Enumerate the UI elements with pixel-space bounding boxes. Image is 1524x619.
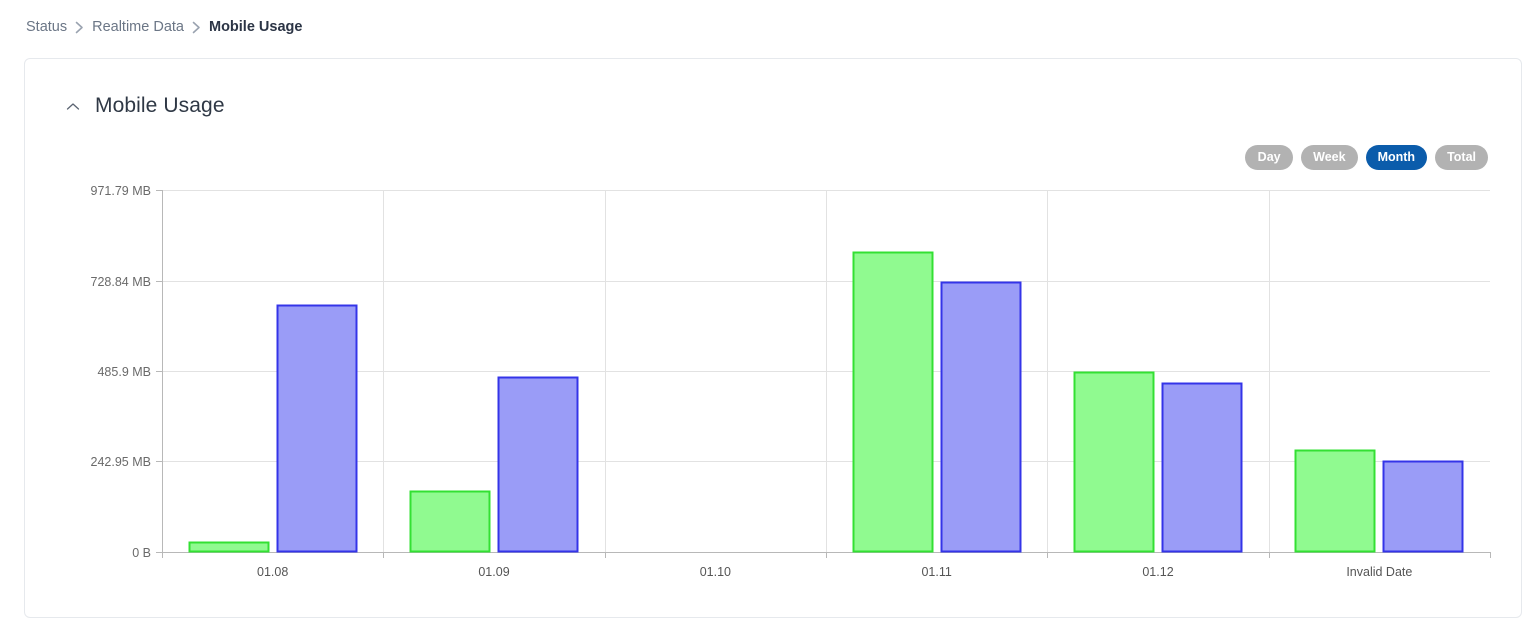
bar-download-01-09[interactable] bbox=[497, 376, 579, 553]
range-option-month[interactable]: Month bbox=[1365, 145, 1428, 170]
bar-download-invalid-date[interactable] bbox=[1382, 460, 1464, 553]
breadcrumb-item-mobile-usage: Mobile Usage bbox=[208, 19, 303, 35]
panel-header: Mobile Usage bbox=[65, 93, 225, 119]
page-title: Mobile Usage bbox=[95, 94, 225, 117]
bar-upload-01-09[interactable] bbox=[409, 490, 491, 553]
x-axis-tick-label: 01.11 bbox=[921, 565, 951, 579]
breadcrumb-item-status[interactable]: Status bbox=[26, 17, 67, 37]
bar-upload-01-11[interactable] bbox=[852, 251, 934, 553]
x-axis-tick-label: 01.08 bbox=[257, 565, 288, 579]
y-axis-tick-label: 242.95 MB bbox=[91, 455, 151, 469]
range-option-week[interactable]: Week bbox=[1301, 145, 1358, 170]
chevron-right-icon bbox=[192, 21, 201, 34]
chevron-up-icon[interactable] bbox=[65, 98, 81, 114]
bar-download-01-12[interactable] bbox=[1161, 382, 1243, 553]
chevron-right-icon bbox=[75, 21, 84, 34]
x-axis-tick-label: 01.10 bbox=[700, 565, 731, 579]
bar-chart-svg: 971.79 MB 728.84 MB 485.9 MB 242.95 MB 0 B 01… bbox=[91, 184, 1491, 579]
bar-upload-invalid-date[interactable] bbox=[1294, 449, 1376, 553]
breadcrumb: Status Realtime Data Mobile Usage bbox=[26, 16, 302, 38]
mobile-usage-panel: Mobile Usage Day Week Month Total 971.79… bbox=[24, 58, 1522, 618]
y-axis-tick-label: 971.79 MB bbox=[91, 184, 151, 198]
x-axis-tick-label: 01.12 bbox=[1142, 565, 1173, 579]
bar-upload-01-08[interactable] bbox=[188, 541, 270, 553]
x-axis-tick-label: Invalid Date bbox=[1346, 565, 1412, 579]
range-option-day[interactable]: Day bbox=[1245, 145, 1294, 170]
y-axis-tick-label: 728.84 MB bbox=[91, 275, 151, 289]
mobile-usage-chart: 971.79 MB 728.84 MB 485.9 MB 242.95 MB 0 B 01… bbox=[25, 59, 1523, 619]
range-option-total[interactable]: Total bbox=[1435, 145, 1488, 170]
x-axis-tick-label: 01.09 bbox=[478, 565, 509, 579]
y-axis-tick-label: 0 B bbox=[132, 546, 151, 560]
bar-upload-01-12[interactable] bbox=[1073, 371, 1155, 553]
y-axis-tick-label: 485.9 MB bbox=[97, 365, 151, 379]
breadcrumb-item-realtime-data[interactable]: Realtime Data bbox=[92, 17, 184, 37]
bar-download-01-11[interactable] bbox=[940, 281, 1022, 553]
bar-download-01-08[interactable] bbox=[276, 304, 358, 553]
range-toggle-group: Day Week Month Total bbox=[1245, 145, 1488, 170]
